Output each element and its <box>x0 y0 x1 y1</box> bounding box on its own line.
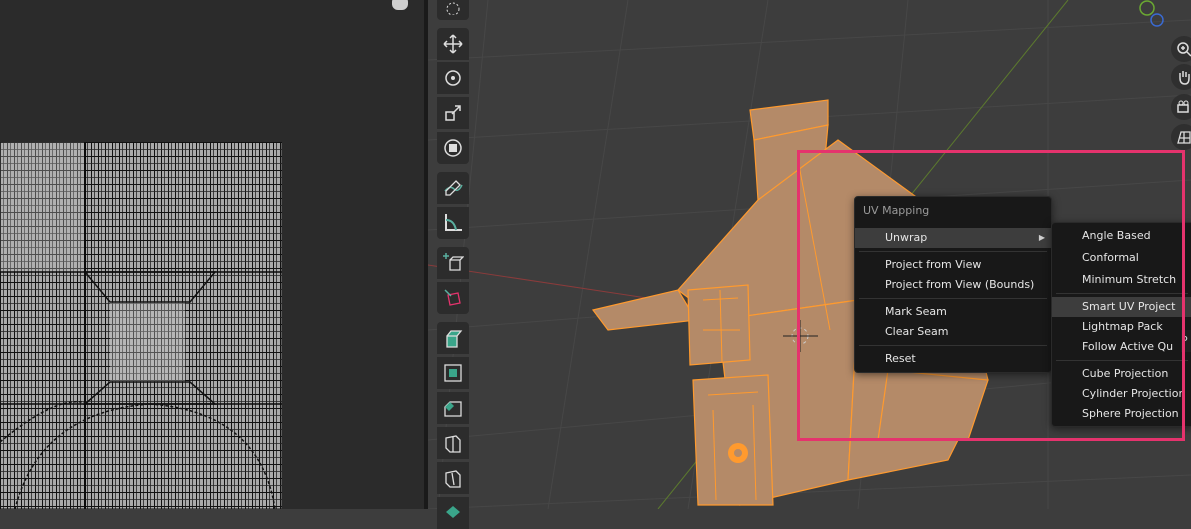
measure-tool-button[interactable] <box>437 207 469 239</box>
ortho-toggle-button[interactable] <box>1171 124 1191 150</box>
camera-icon <box>1177 100 1189 113</box>
pan-button[interactable] <box>1171 64 1191 90</box>
tool-shelf <box>432 0 474 529</box>
inset-icon <box>444 364 462 382</box>
transform-tool-button[interactable] <box>437 132 469 164</box>
knife-icon <box>445 470 461 488</box>
axis-gizmo[interactable] <box>1136 0 1166 30</box>
poly-build-icon <box>446 506 460 518</box>
loop-cut-tool-button[interactable] <box>437 427 469 459</box>
annotate-icon <box>444 180 463 196</box>
uv-mesh-grid <box>0 142 282 509</box>
zoom-button[interactable] <box>1171 36 1191 62</box>
grid-icon <box>1177 131 1191 144</box>
loop-cut-icon <box>445 435 461 453</box>
uv-editor[interactable] <box>0 0 424 509</box>
hand-icon <box>1179 71 1190 85</box>
zoom-icon <box>1177 42 1191 57</box>
inset-tool-button[interactable] <box>437 357 469 389</box>
move-tool-button[interactable] <box>437 28 469 60</box>
annotate-tool-button[interactable] <box>437 172 469 204</box>
extrude-icon <box>446 330 463 348</box>
measure-icon <box>445 214 462 231</box>
highlight-box <box>797 150 1185 441</box>
extrude-tool-button[interactable] <box>437 322 469 354</box>
transform-icon <box>444 139 462 157</box>
rotate-tool-button[interactable] <box>437 62 469 94</box>
select-tool-button[interactable] <box>437 0 469 20</box>
camera-view-button[interactable] <box>1171 94 1191 120</box>
pin-icon[interactable] <box>390 0 410 12</box>
poly-build-tool-button[interactable] <box>437 497 469 529</box>
scale-tool-button[interactable] <box>437 97 469 129</box>
bevel-tool-button[interactable] <box>437 392 469 424</box>
bevel-icon <box>444 401 462 417</box>
rotate-icon <box>445 70 461 86</box>
select-icon <box>446 2 460 15</box>
scale-icon <box>445 105 461 121</box>
move-icon <box>443 34 463 54</box>
rotate-cube-icon <box>444 289 461 306</box>
add-cube-icon <box>443 253 464 271</box>
knife-tool-button[interactable] <box>437 462 469 494</box>
rotate-cube-tool-button[interactable] <box>437 282 469 314</box>
add-cube-tool-button[interactable] <box>437 247 469 279</box>
